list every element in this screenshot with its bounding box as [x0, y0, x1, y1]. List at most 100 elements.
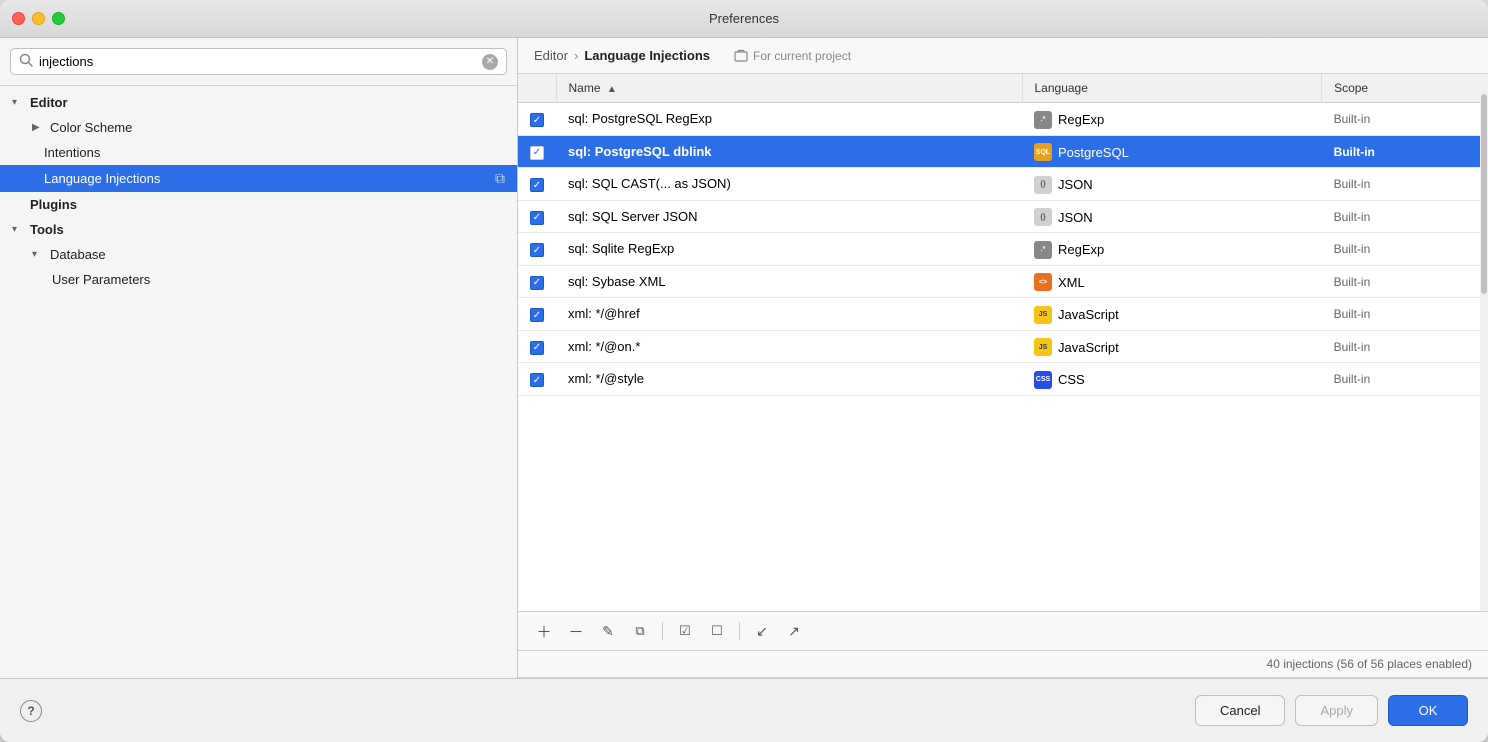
table-row[interactable]: ✓ sql: PostgreSQL dblink SQL PostgreSQL …	[518, 135, 1488, 168]
scope-label: Built-in	[1334, 210, 1371, 224]
search-input[interactable]	[39, 54, 476, 69]
row-checkbox[interactable]: ✓	[518, 265, 556, 298]
row-name: sql: Sybase XML	[556, 265, 1022, 298]
row-checkbox[interactable]: ✓	[518, 298, 556, 331]
table-row[interactable]: ✓ xml: */@href JS JavaScript Built-in	[518, 298, 1488, 331]
checkbox-icon: ✓	[530, 243, 544, 257]
for-project[interactable]: For current project	[734, 49, 851, 63]
row-scope: Built-in	[1322, 135, 1488, 168]
lang-name: PostgreSQL	[1058, 145, 1129, 160]
checkbox-icon: ✓	[530, 373, 544, 387]
table-row[interactable]: ✓ sql: SQL CAST(... as JSON) {} JSON Bui…	[518, 168, 1488, 201]
row-language: {} JSON	[1022, 168, 1322, 201]
sidebar-item-database[interactable]: ▾ Database	[0, 242, 517, 267]
copy-button[interactable]: ⧉	[626, 618, 654, 644]
scope-label: Built-in	[1334, 145, 1375, 159]
row-scope: Built-in	[1322, 330, 1488, 363]
right-panel: Editor › Language Injections For current…	[518, 38, 1488, 678]
edit-button[interactable]: ✎	[594, 618, 622, 644]
sidebar-item-tools[interactable]: ▾ Tools	[0, 217, 517, 242]
scope-label: Built-in	[1334, 307, 1371, 321]
import-button[interactable]: ↙	[748, 618, 776, 644]
sidebar-item-label: Color Scheme	[50, 120, 132, 135]
row-scope: Built-in	[1322, 298, 1488, 331]
scope-label: Built-in	[1334, 177, 1371, 191]
row-checkbox[interactable]: ✓	[518, 200, 556, 233]
checkbox-icon: ✓	[530, 308, 544, 322]
table-row[interactable]: ✓ sql: SQL Server JSON {} JSON Built-in	[518, 200, 1488, 233]
row-name: xml: */@on.*	[556, 330, 1022, 363]
row-name: sql: SQL CAST(... as JSON)	[556, 168, 1022, 201]
search-clear-button[interactable]: ✕	[482, 54, 498, 70]
row-checkbox[interactable]: ✓	[518, 135, 556, 168]
sidebar-item-color-scheme[interactable]: ▶ Color Scheme	[0, 115, 517, 140]
row-name: sql: Sqlite RegExp	[556, 233, 1022, 266]
row-language: SQL PostgreSQL	[1022, 135, 1322, 168]
breadcrumb-current: Language Injections	[584, 48, 710, 63]
ok-button[interactable]: OK	[1388, 695, 1468, 726]
toolbar-separator-2	[739, 622, 740, 640]
check-all-button[interactable]: ☑	[671, 618, 699, 644]
row-name: sql: PostgreSQL RegExp	[556, 103, 1022, 136]
th-scope[interactable]: Scope	[1322, 74, 1488, 103]
sidebar-item-user-parameters[interactable]: User Parameters	[0, 267, 517, 292]
row-scope: Built-in	[1322, 363, 1488, 396]
lang-icon-badge: .*	[1034, 241, 1052, 259]
table-row[interactable]: ✓ xml: */@on.* JS JavaScript Built-in	[518, 330, 1488, 363]
scope-label: Built-in	[1334, 242, 1371, 256]
row-language: .* RegExp	[1022, 233, 1322, 266]
table-row[interactable]: ✓ sql: Sybase XML <> XML Built-in	[518, 265, 1488, 298]
row-checkbox[interactable]: ✓	[518, 363, 556, 396]
breadcrumb-editor: Editor	[534, 48, 568, 63]
scrollbar-thumb[interactable]	[1481, 94, 1487, 294]
minimize-button[interactable]	[32, 12, 45, 25]
sort-arrow-icon: ▲	[607, 84, 617, 95]
breadcrumb: Editor › Language Injections	[534, 48, 710, 63]
row-checkbox[interactable]: ✓	[518, 103, 556, 136]
th-language[interactable]: Language	[1022, 74, 1322, 103]
table-row[interactable]: ✓ sql: Sqlite RegExp .* RegExp Built-in	[518, 233, 1488, 266]
apply-button[interactable]: Apply	[1295, 695, 1378, 726]
scrollbar-track[interactable]	[1480, 74, 1488, 611]
th-name[interactable]: Name ▲	[556, 74, 1022, 103]
sidebar-item-plugins[interactable]: Plugins	[0, 192, 517, 217]
injections-table: Name ▲ Language Scope	[518, 74, 1488, 396]
preferences-window: Preferences ✕	[0, 0, 1488, 742]
checkbox-icon: ✓	[530, 178, 544, 192]
search-wrapper[interactable]: ✕	[10, 48, 507, 75]
row-checkbox[interactable]: ✓	[518, 233, 556, 266]
lang-name: RegExp	[1058, 112, 1104, 127]
row-scope: Built-in	[1322, 265, 1488, 298]
row-language: <> XML	[1022, 265, 1322, 298]
remove-button[interactable]: －	[562, 618, 590, 644]
close-button[interactable]	[12, 12, 25, 25]
sidebar-item-label: User Parameters	[52, 272, 150, 287]
cancel-button[interactable]: Cancel	[1195, 695, 1285, 726]
project-icon	[734, 49, 748, 63]
row-language: JS JavaScript	[1022, 330, 1322, 363]
lang-icon-badge: .*	[1034, 111, 1052, 129]
table-row[interactable]: ✓ xml: */@style CSS CSS Built-in	[518, 363, 1488, 396]
table-row[interactable]: ✓ sql: PostgreSQL RegExp .* RegExp Built…	[518, 103, 1488, 136]
row-checkbox[interactable]: ✓	[518, 330, 556, 363]
uncheck-all-button[interactable]: ☐	[703, 618, 731, 644]
sidebar-item-language-injections[interactable]: Language Injections ⧉	[0, 165, 517, 192]
toolbar-separator	[662, 622, 663, 640]
arrow-icon: ▶	[32, 122, 44, 133]
sidebar-item-intentions[interactable]: Intentions	[0, 140, 517, 165]
copy-icon: ⧉	[495, 170, 505, 187]
help-button[interactable]: ?	[20, 700, 42, 722]
row-language: JS JavaScript	[1022, 298, 1322, 331]
table-header-row: Name ▲ Language Scope	[518, 74, 1488, 103]
row-checkbox[interactable]: ✓	[518, 168, 556, 201]
checkbox-icon: ✓	[530, 276, 544, 290]
add-button[interactable]: ＋	[530, 618, 558, 644]
lang-name: JSON	[1058, 177, 1093, 192]
export-button[interactable]: ↗	[780, 618, 808, 644]
arrow-icon: ▾	[32, 249, 44, 260]
sidebar-item-editor[interactable]: ▾ Editor	[0, 90, 517, 115]
maximize-button[interactable]	[52, 12, 65, 25]
th-lang-label: Language	[1035, 81, 1088, 95]
row-name: sql: PostgreSQL dblink	[556, 135, 1022, 168]
titlebar: Preferences	[0, 0, 1488, 38]
